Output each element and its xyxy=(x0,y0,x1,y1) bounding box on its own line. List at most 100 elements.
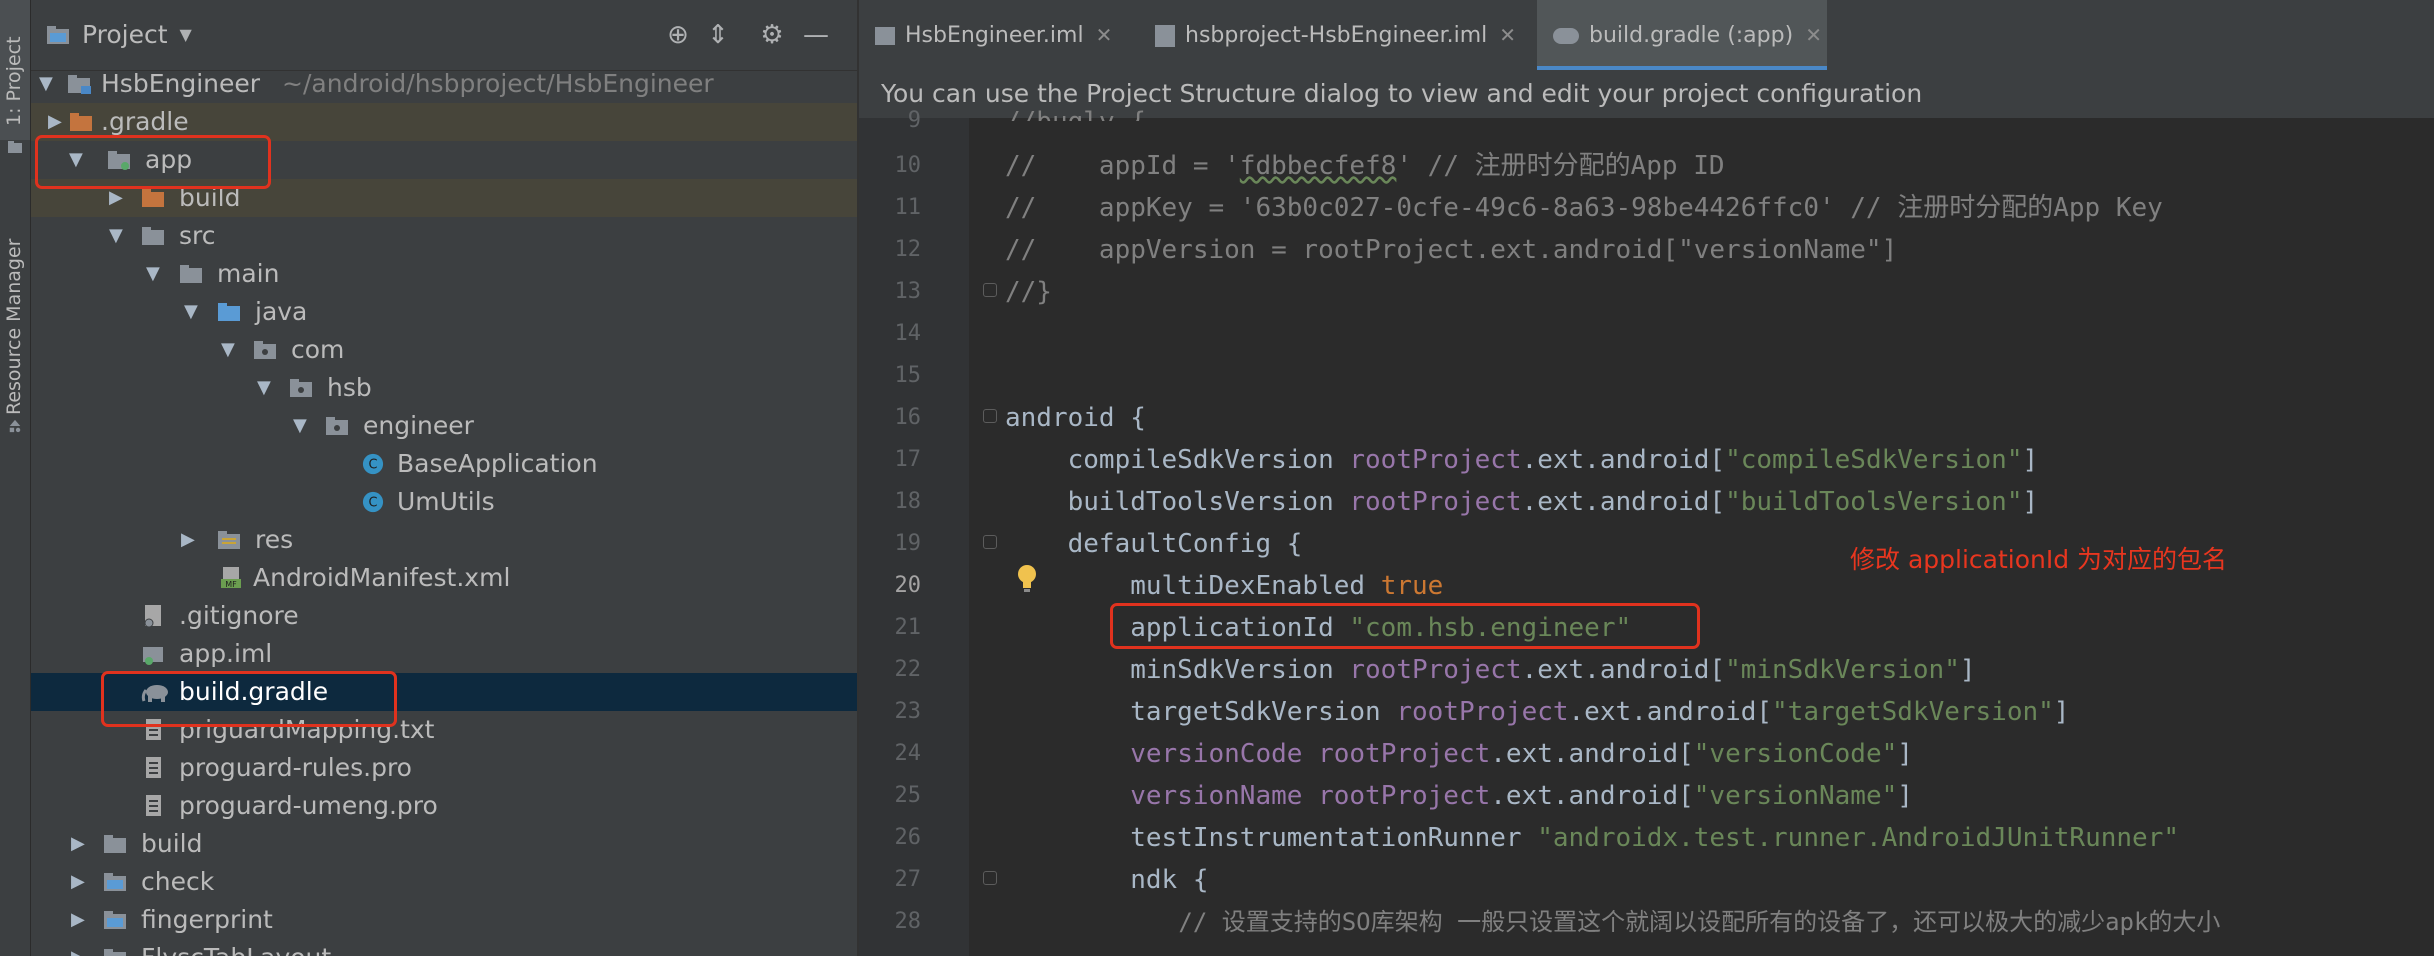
code-line: ndk { xyxy=(1005,859,1208,901)
chevron-right-icon[interactable]: ▶ xyxy=(71,901,91,939)
tree-item-java[interactable]: ▼ java xyxy=(31,293,857,331)
resource-manager-tab[interactable]: Resource Manager xyxy=(0,205,30,455)
code-line: versionName rootProject.ext.android["ver… xyxy=(1005,775,1913,817)
tree-item-label: fingerprint xyxy=(141,905,273,934)
folder-icon xyxy=(142,227,164,245)
comment: // appKey = '63b0c027-0cfe-49c6-8a63-98b… xyxy=(1005,193,2163,223)
line-number: 14 xyxy=(894,321,922,346)
tree-item-baseapplication[interactable]: C BaseApplication xyxy=(31,445,857,483)
code-line: android { xyxy=(1005,397,1146,439)
project-view-selector[interactable]: Project ▼ xyxy=(46,20,192,49)
code-text: multiDexEnabled xyxy=(1005,571,1381,601)
tree-item-com[interactable]: ▼ com xyxy=(31,331,857,369)
chevron-down-icon[interactable]: ▼ xyxy=(221,331,241,369)
tree-item-engineer[interactable]: ▼ engineer xyxy=(31,407,857,445)
tree-item-label: FlyscTabLayout xyxy=(141,939,331,956)
close-icon[interactable]: ✕ xyxy=(1805,23,1822,47)
comment: ' // 注册时分配的App ID xyxy=(1396,151,1725,181)
tree-item-build-root[interactable]: ▶ build xyxy=(31,825,857,863)
chevron-down-icon[interactable]: ▼ xyxy=(109,217,129,255)
tree-item-proguard-rules[interactable]: proguard-rules.pro xyxy=(31,749,857,787)
chevron-down-icon[interactable]: ▼ xyxy=(184,293,204,331)
code-text: .ext.android[ xyxy=(1490,739,1694,769)
line-number: 15 xyxy=(894,363,922,388)
tool-window-strip: 1: Project Resource Manager xyxy=(0,0,31,956)
resource-folder-icon xyxy=(218,531,240,549)
code-line: minSdkVersion rootProject.ext.android["m… xyxy=(1005,649,1975,691)
code-line: defaultConfig { xyxy=(1005,523,1303,565)
line-number: 16 xyxy=(894,405,922,430)
fold-marker[interactable] xyxy=(983,409,997,423)
tree-item-src[interactable]: ▼ src xyxy=(31,217,857,255)
excluded-folder-icon xyxy=(142,189,164,207)
string-literal: "buildToolsVersion" xyxy=(1725,487,2023,517)
locate-crosshair-icon[interactable]: ⊕ xyxy=(661,18,695,52)
tree-item-proguard-umeng[interactable]: proguard-umeng.pro xyxy=(31,787,857,825)
comment: fdbbecfef8 xyxy=(1239,151,1397,181)
chevron-down-icon[interactable]: ▼ xyxy=(146,255,166,293)
tree-item-label: res xyxy=(255,525,294,554)
tree-item-umutils[interactable]: C UmUtils xyxy=(31,483,857,521)
tree-item-gitignore[interactable]: .gitignore xyxy=(31,597,857,635)
code-text: .ext.android[ xyxy=(1521,655,1726,685)
code-text: ] xyxy=(1897,739,1913,769)
source-folder-icon xyxy=(218,303,240,321)
tree-item-hsb[interactable]: ▼ hsb xyxy=(31,369,857,407)
tree-item-manifest[interactable]: MF AndroidManifest.xml xyxy=(31,559,857,597)
chevron-right-icon[interactable]: ▶ xyxy=(71,825,91,863)
annotation-note: 修改 applicationId 为对应的包名 xyxy=(1850,545,2228,574)
chevron-right-icon[interactable]: ▶ xyxy=(71,863,91,901)
editor-tab-bar: HsbEngineer.iml ✕ hsbproject-HsbEngineer.… xyxy=(859,0,2434,71)
folder-icon xyxy=(8,141,22,153)
folder-icon xyxy=(104,835,126,853)
code-text: .ext.android[ xyxy=(1521,445,1726,475)
tree-item-fingerprint[interactable]: ▶ fingerprint xyxy=(31,901,857,939)
code-line: targetSdkVersion rootProject.ext.android… xyxy=(1005,691,2069,733)
code-line: //bugly { xyxy=(1005,101,1146,121)
tree-item-root[interactable]: ▼ HsbEngineer ~/android/hsbproject/HsbEng… xyxy=(31,65,857,103)
collapse-all-icon[interactable]: ⇕ xyxy=(701,18,735,52)
tree-item-label: src xyxy=(179,221,216,250)
code-text: .ext.android[ xyxy=(1568,697,1773,727)
tree-item-res[interactable]: ▶ res xyxy=(31,521,857,559)
tree-item-main[interactable]: ▼ main xyxy=(31,255,857,293)
line-number: 24 xyxy=(894,741,922,766)
code-line: // appKey = '63b0c027-0cfe-49c6-8a63-98b… xyxy=(1005,187,2163,229)
chevron-down-icon[interactable]: ▼ xyxy=(257,369,277,407)
chevron-right-icon[interactable]: ▶ xyxy=(71,939,91,956)
code-line: testInstrumentationRunner "androidx.test… xyxy=(1005,817,2179,859)
line-number: 19 xyxy=(894,531,922,556)
code-line: buildToolsVersion rootProject.ext.androi… xyxy=(1005,481,2039,523)
tab-build-gradle-app[interactable]: build.gradle (:app) ✕ xyxy=(1537,0,1827,70)
class-icon: C xyxy=(362,453,384,475)
close-icon[interactable]: ✕ xyxy=(1499,23,1516,47)
code-text: targetSdkVersion xyxy=(1005,697,1397,727)
fold-marker[interactable] xyxy=(983,283,997,297)
line-number: 12 xyxy=(894,237,922,262)
project-tool-tab[interactable]: 1: Project xyxy=(0,0,30,153)
text-file-icon xyxy=(146,795,161,816)
line-number: 25 xyxy=(894,783,922,808)
package-icon xyxy=(254,341,276,359)
tree-item-label: com xyxy=(291,335,345,364)
close-icon[interactable]: ✕ xyxy=(1096,23,1113,47)
chevron-down-icon[interactable]: ▼ xyxy=(39,65,59,103)
ignore-file-icon xyxy=(144,605,161,627)
hide-panel-icon[interactable]: — xyxy=(799,18,833,52)
chevron-down-icon[interactable]: ▼ xyxy=(293,407,313,445)
tree-item-check[interactable]: ▶ check xyxy=(31,863,857,901)
gear-icon[interactable]: ⚙ xyxy=(755,18,789,52)
svg-text:MF: MF xyxy=(225,580,237,589)
fold-marker[interactable] xyxy=(983,871,997,885)
fold-marker[interactable] xyxy=(983,535,997,549)
tree-item-app-iml[interactable]: app.iml xyxy=(31,635,857,673)
project-panel-title: Project xyxy=(82,20,168,49)
project-panel-header: Project ▼ ⊕ ⇕ ⚙ — xyxy=(31,0,857,71)
tab-hsbengineer-iml[interactable]: HsbEngineer.iml ✕ xyxy=(859,0,1129,70)
chevron-right-icon[interactable]: ▶ xyxy=(181,521,201,559)
tree-item-label: app.iml xyxy=(179,639,273,668)
tab-hsbproject-iml[interactable]: hsbproject-HsbEngineer.iml ✕ xyxy=(1139,0,1529,70)
tree-item-flyscotablayout[interactable]: ▶ FlyscTabLayout xyxy=(31,939,857,956)
annotation-box-build-gradle xyxy=(101,671,397,727)
